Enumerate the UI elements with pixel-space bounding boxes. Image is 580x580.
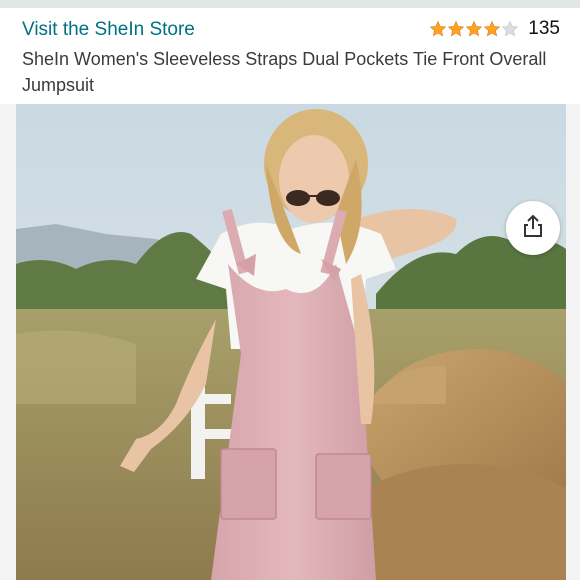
star-icon bbox=[430, 20, 447, 37]
star-icon bbox=[484, 20, 501, 37]
star-icon bbox=[448, 20, 465, 37]
top-divider bbox=[0, 0, 580, 8]
store-link[interactable]: Visit the SheIn Store bbox=[22, 19, 195, 41]
share-button[interactable] bbox=[506, 201, 560, 255]
product-image-panel bbox=[0, 104, 580, 580]
star-rating[interactable] bbox=[429, 20, 519, 38]
share-icon bbox=[520, 213, 546, 244]
rating-count[interactable]: 135 bbox=[528, 18, 560, 40]
product-photo[interactable] bbox=[16, 104, 566, 580]
product-title: SheIn Women's Sleeveless Straps Dual Poc… bbox=[22, 49, 547, 95]
rating-summary[interactable]: 135 bbox=[429, 18, 560, 40]
star-icon bbox=[466, 20, 483, 37]
product-header: Visit the SheIn Store 135 SheIn Women's … bbox=[0, 8, 580, 104]
star-icon bbox=[502, 20, 519, 37]
